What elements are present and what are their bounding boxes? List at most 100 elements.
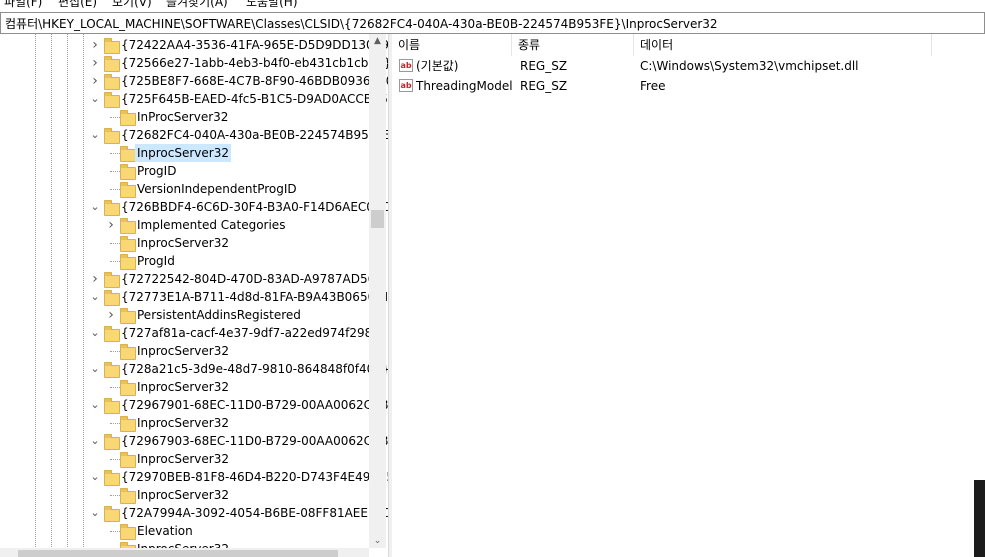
chevron-right-icon[interactable]: ›	[88, 56, 102, 70]
folder-icon	[104, 92, 120, 108]
column-header-data[interactable]: 데이터	[634, 34, 932, 56]
string-value-icon: ab	[399, 79, 413, 92]
folder-icon	[120, 146, 136, 162]
address-bar[interactable]: 컴퓨터\HKEY_LOCAL_MACHINE\SOFTWARE\Classes\…	[0, 12, 985, 34]
tree-node[interactable]: › Implemented Categories	[0, 216, 369, 234]
tree-node[interactable]: Elevation	[0, 522, 369, 540]
tree-node-label: {727af81a-cacf-4e37-9df7-a22ed974f298}	[121, 326, 380, 340]
tree-node-label: {725BE8F7-668E-4C7B-8F90-46BDB0936430	[121, 74, 388, 88]
tree-node[interactable]: › {725BE8F7-668E-4C7B-8F90-46BDB0936430	[0, 72, 388, 90]
tree-node[interactable]: › {72722542-804D-470D-83AD-A9787AD56D	[0, 270, 384, 288]
chevron-down-icon[interactable]: ⌄	[88, 200, 102, 214]
chevron-right-icon[interactable]: ›	[88, 74, 102, 88]
chevron-right-icon[interactable]: ›	[104, 218, 118, 232]
folder-icon	[120, 110, 136, 126]
tree-node-label: {72566e27-1abb-4eb3-b4f0-eb431cb1cb32}	[121, 56, 388, 70]
chevron-down-icon[interactable]: ⌄	[88, 470, 102, 484]
tree-node[interactable]: ProgId	[0, 252, 369, 270]
tree-horizontal-scrollbar[interactable]	[0, 548, 369, 557]
tree-node[interactable]: InprocServer32	[0, 414, 369, 432]
tree-node-label: InprocServer32	[137, 380, 229, 394]
tree-node[interactable]: InprocServer32	[0, 342, 369, 360]
folder-icon	[120, 344, 136, 360]
folder-icon	[104, 56, 120, 72]
folder-icon	[104, 128, 120, 144]
tree-node[interactable]: › PersistentAddinsRegistered	[0, 306, 369, 324]
tree-node[interactable]: ⌄ {726BBDF4-6C6D-30F4-B3A0-F14D6AEC08C	[0, 198, 388, 216]
tree-node-label: {728a21c5-3d9e-48d7-9810-864848f0f404}	[121, 362, 388, 376]
tree-node-label: {72773E1A-B711-4d8d-81FA-B9A43B0650DI	[121, 290, 388, 304]
folder-icon	[104, 362, 120, 378]
value-type: REG_SZ	[520, 59, 568, 73]
chevron-right-icon[interactable]: ›	[104, 308, 118, 322]
chevron-down-icon[interactable]: ⌄	[88, 434, 102, 448]
chevron-right-icon[interactable]: ›	[88, 38, 102, 52]
tree-node[interactable]: ⌄ {72773E1A-B711-4d8d-81FA-B9A43B0650DI	[0, 288, 388, 306]
chevron-down-icon[interactable]: ⌄	[88, 290, 102, 304]
tree-node-label: {72A7994A-3092-4054-B6BE-08FF81AEEFFC}	[121, 506, 388, 520]
scroll-down-arrow-icon[interactable]: ⌄	[369, 534, 386, 548]
column-header-name[interactable]: 이름	[392, 34, 512, 56]
column-header-type[interactable]: 종류	[512, 34, 634, 56]
scroll-thumb[interactable]	[371, 210, 384, 228]
tree-node[interactable]: InprocServer32	[0, 486, 369, 504]
tree-node[interactable]: InProcServer32	[0, 108, 369, 126]
menu-item[interactable]: 보기(V)	[112, 0, 152, 10]
value-row[interactable]: ab ThreadingModel REG_SZ Free	[392, 76, 985, 96]
folder-icon	[104, 272, 120, 288]
value-row[interactable]: ab (기본값) REG_SZ C:\Windows\System32\vmch…	[392, 56, 985, 76]
menu-item[interactable]: 파일(F)	[4, 0, 42, 10]
tree-node[interactable]: ⌄ {72682FC4-040A-430a-BE0B-224574B953FE}	[0, 126, 388, 144]
tree-node[interactable]: InprocServer32	[0, 450, 369, 468]
chevron-down-icon[interactable]: ⌄	[88, 362, 102, 376]
chevron-right-icon[interactable]: ›	[88, 272, 102, 286]
value-data: C:\Windows\System32\vmchipset.dll	[640, 59, 859, 73]
tree-node-label: ProgID	[137, 164, 177, 178]
tree-node[interactable]: ⌄ {72A7994A-3092-4054-B6BE-08FF81AEEFFC}	[0, 504, 388, 522]
value-name: ThreadingModel	[416, 79, 513, 93]
tree-node[interactable]: ⌄ {728a21c5-3d9e-48d7-9810-864848f0f404}	[0, 360, 388, 378]
tree-node-label: InProcServer32	[137, 110, 229, 124]
folder-icon	[120, 164, 136, 180]
folder-icon	[104, 200, 120, 216]
value-type: REG_SZ	[520, 79, 568, 93]
values-list: 이름 종류 데이터 ab (기본값) REG_SZ C:\Windows\Sys…	[392, 34, 985, 557]
folder-icon	[120, 236, 136, 252]
tree-node[interactable]: InprocServer32	[0, 144, 369, 162]
folder-icon	[104, 470, 120, 486]
tree-node[interactable]: ⌄ {72970BEB-81F8-46D4-B220-D743F4E49C95	[0, 468, 388, 486]
tree-node[interactable]: InprocServer32	[0, 234, 369, 252]
folder-icon	[104, 38, 120, 54]
chevron-down-icon[interactable]: ⌄	[88, 92, 102, 106]
scroll-up-arrow-icon[interactable]: ▲	[369, 34, 386, 48]
tree-node-label: Elevation	[137, 524, 193, 538]
tree-node[interactable]: ⌄ {727af81a-cacf-4e37-9df7-a22ed974f298}	[0, 324, 380, 342]
tree-node[interactable]: ProgID	[0, 162, 369, 180]
hscroll-thumb[interactable]	[18, 550, 338, 557]
tree-node[interactable]: › {72422AA4-3536-41FA-965E-D5D9DD130290	[0, 36, 388, 54]
tree-vertical-scrollbar[interactable]: ▲ ⌄	[369, 34, 386, 548]
tree-node[interactable]: › {72566e27-1abb-4eb3-b4f0-eb431cb1cb32}	[0, 54, 388, 72]
chevron-down-icon[interactable]: ⌄	[88, 506, 102, 520]
menu-item[interactable]: 즐겨찾기(A)	[166, 0, 228, 10]
tree-node[interactable]: ⌄ {725F645B-EAED-4fc5-B1C5-D9AD0ACCBA5	[0, 90, 388, 108]
folder-icon	[104, 398, 120, 414]
menu-item[interactable]: 도움말(H)	[246, 0, 298, 10]
tree-node[interactable]: VersionIndependentProgID	[0, 180, 369, 198]
tree-node-label: VersionIndependentProgID	[137, 182, 297, 196]
menu-item[interactable]: 편집(E)	[58, 0, 97, 10]
value-name: (기본값)	[416, 59, 459, 73]
folder-icon	[104, 290, 120, 306]
tree-node-label: InprocServer32	[135, 144, 231, 162]
chevron-down-icon[interactable]: ⌄	[88, 326, 102, 340]
folder-icon	[120, 254, 136, 270]
tree-node[interactable]: ⌄ {72967903-68EC-11D0-B729-00AA0062CBB	[0, 432, 388, 450]
tree-node[interactable]: ⌄ {72967901-68EC-11D0-B729-00AA0062CBB	[0, 396, 388, 414]
tree-node[interactable]: InprocServer32	[0, 378, 369, 396]
folder-icon	[104, 506, 120, 522]
chevron-down-icon[interactable]: ⌄	[88, 398, 102, 412]
tree-node-label: {726BBDF4-6C6D-30F4-B3A0-F14D6AEC08C	[121, 200, 388, 214]
chevron-down-icon[interactable]: ⌄	[88, 128, 102, 142]
tree-node-label: InprocServer32	[137, 488, 229, 502]
tree-node-label: PersistentAddinsRegistered	[137, 308, 301, 322]
